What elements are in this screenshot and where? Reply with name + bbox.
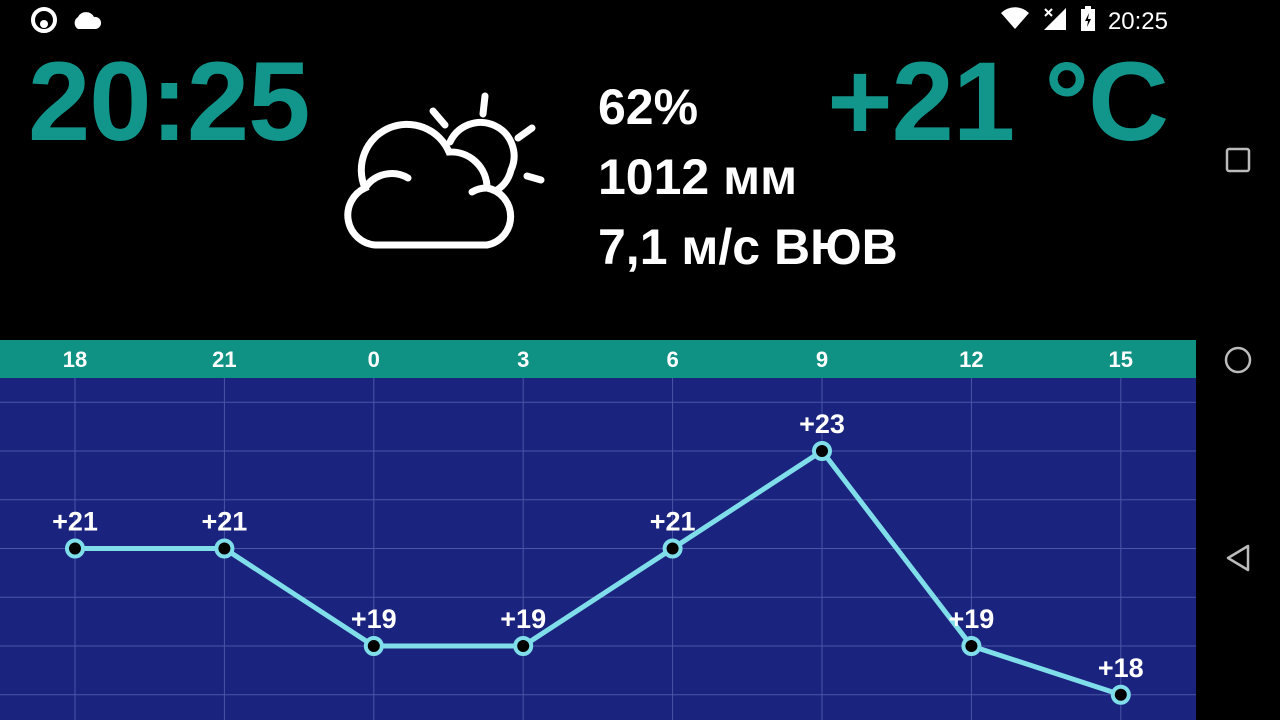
data-point bbox=[214, 538, 235, 559]
hour-label: 3 bbox=[517, 347, 530, 372]
hour-axis: 18 21 0 3 6 9 12 15 bbox=[0, 340, 1196, 378]
wind: 7,1 м/с ВЮВ bbox=[598, 219, 898, 275]
clock: 20:25 bbox=[28, 39, 310, 164]
data-point bbox=[961, 636, 982, 656]
temperature-chart-svg: +21 +21 +19 +19 +21 +23 +19 +18 bbox=[0, 378, 1196, 720]
hour-label: 15 bbox=[1108, 347, 1134, 372]
battery-icon bbox=[1080, 6, 1096, 37]
hour-label: 6 bbox=[666, 347, 679, 372]
navigation-bar bbox=[1196, 0, 1280, 720]
wifi-icon bbox=[1000, 7, 1030, 36]
data-label: +19 bbox=[948, 604, 994, 634]
data-label: +18 bbox=[1098, 653, 1144, 683]
hour-label: 21 bbox=[212, 347, 237, 372]
temperature-chart: +21 +21 +19 +19 +21 +23 +19 +18 bbox=[0, 378, 1196, 720]
hour-label: 18 bbox=[62, 347, 88, 372]
hour-label: 12 bbox=[959, 347, 984, 372]
data-point bbox=[1110, 684, 1131, 705]
notification-ring-icon bbox=[30, 6, 58, 39]
data-label: +21 bbox=[650, 507, 696, 537]
data-label: +21 bbox=[201, 507, 247, 537]
partly-cloudy-icon bbox=[335, 90, 550, 260]
data-point bbox=[513, 636, 534, 656]
status-time: 20:25 bbox=[1107, 7, 1168, 35]
data-point bbox=[363, 636, 384, 656]
data-label: +19 bbox=[500, 604, 546, 634]
recents-icon[interactable] bbox=[1218, 140, 1258, 180]
hour-label: 9 bbox=[815, 347, 829, 372]
status-bar: 20:25 bbox=[0, 0, 1196, 44]
data-label: +21 bbox=[52, 507, 98, 537]
home-icon[interactable] bbox=[1218, 340, 1258, 380]
data-point bbox=[65, 538, 85, 559]
hour-label: 0 bbox=[367, 347, 380, 372]
current-temperature: +21 °C bbox=[827, 39, 1169, 164]
data-point bbox=[812, 441, 832, 461]
data-label: +19 bbox=[351, 604, 397, 634]
signal-icon bbox=[1042, 6, 1068, 37]
temperature-line bbox=[75, 448, 1122, 698]
data-label: +23 bbox=[799, 409, 845, 439]
data-point bbox=[662, 538, 683, 559]
back-icon[interactable] bbox=[1218, 538, 1258, 578]
cloud-icon bbox=[70, 9, 102, 36]
